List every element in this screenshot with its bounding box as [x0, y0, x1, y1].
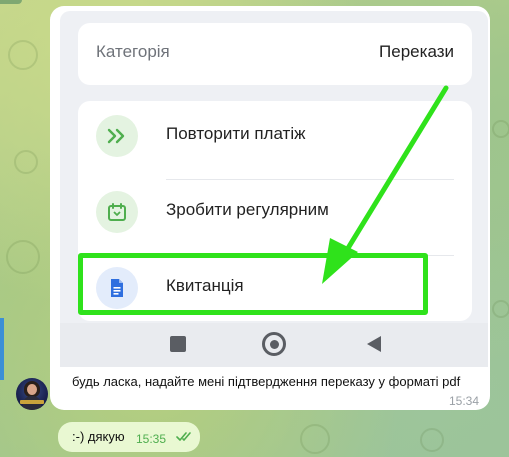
avatar-face — [27, 384, 37, 395]
reply-text: :-) дякую — [72, 429, 125, 444]
sender-avatar[interactable] — [16, 378, 48, 410]
reply-message-bubble[interactable]: :-) дякую 15:35 — [58, 422, 200, 452]
message-caption: будь ласка, надайте мені підтвердження п… — [72, 374, 461, 389]
avatar-tag — [20, 400, 44, 404]
double-check-icon — [176, 432, 191, 441]
reply-time: 15:35 — [136, 432, 167, 446]
message-time: 15:34 — [448, 394, 479, 408]
